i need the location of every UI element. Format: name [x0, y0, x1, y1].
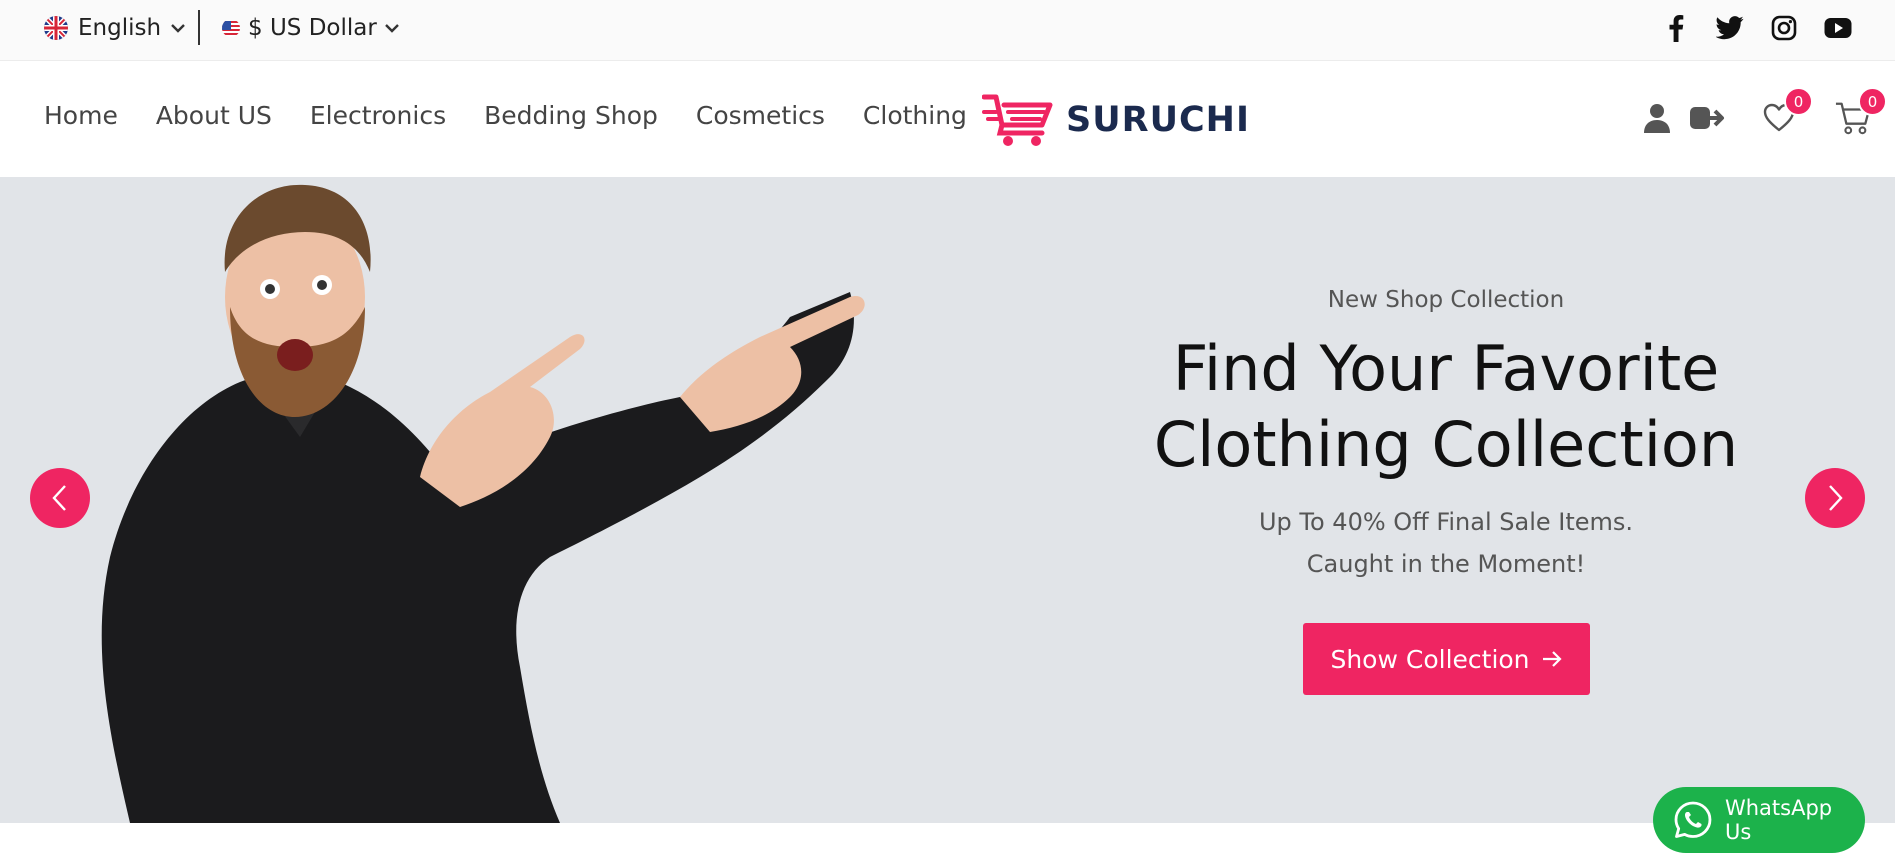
- youtube-icon[interactable]: [1823, 13, 1853, 43]
- login-icon[interactable]: [1689, 100, 1725, 136]
- whatsapp-label: WhatsApp Us: [1724, 796, 1833, 844]
- arrow-right-icon: [1542, 651, 1562, 667]
- main-header: Home About US Electronics Bedding Shop C…: [0, 61, 1895, 177]
- uk-flag-icon: [44, 16, 68, 40]
- hero-headline-line1: Find Your Favorite: [1172, 332, 1720, 405]
- user-icon[interactable]: [1639, 100, 1675, 136]
- us-flag-icon: [222, 19, 240, 37]
- nav-electronics[interactable]: Electronics: [310, 101, 446, 130]
- nav-home[interactable]: Home: [44, 101, 118, 130]
- slider-prev-button[interactable]: [30, 468, 90, 528]
- nav-about-us[interactable]: About US: [156, 101, 272, 130]
- hero-content: New Shop Collection Find Your Favorite C…: [1096, 287, 1796, 695]
- wishlist-button[interactable]: 0: [1761, 87, 1813, 136]
- nav-bedding-shop[interactable]: Bedding Shop: [484, 101, 658, 130]
- whatsapp-icon: [1674, 801, 1712, 838]
- facebook-icon[interactable]: [1661, 13, 1691, 43]
- chevron-down-icon: [171, 24, 185, 33]
- hero-subtext: Up To 40% Off Final Sale Items. Caught i…: [1096, 501, 1796, 585]
- top-bar: English $ US Dollar: [0, 0, 1895, 61]
- header-actions: 0 0: [1639, 87, 1887, 141]
- show-collection-button[interactable]: Show Collection: [1302, 623, 1590, 695]
- language-selector[interactable]: English: [44, 14, 185, 42]
- instagram-icon[interactable]: [1769, 13, 1799, 43]
- currency-selector[interactable]: $ US Dollar: [222, 14, 399, 42]
- whatsapp-button[interactable]: WhatsApp Us: [1653, 787, 1865, 853]
- logo-text: SURUCHI: [1066, 100, 1250, 140]
- main-nav: Home About US Electronics Bedding Shop C…: [44, 101, 967, 130]
- show-collection-label: Show Collection: [1330, 644, 1530, 674]
- site-logo[interactable]: SURUCHI: [982, 91, 1250, 149]
- hero-slider: New Shop Collection Find Your Favorite C…: [0, 177, 1895, 823]
- wishlist-count-badge: 0: [1784, 87, 1813, 116]
- chevron-right-icon: [1829, 485, 1843, 511]
- slider-next-button[interactable]: [1805, 468, 1865, 528]
- hero-headline-line2: Clothing Collection: [1153, 408, 1739, 481]
- hero-sub-line2: Caught in the Moment!: [1306, 550, 1586, 578]
- cart-logo-icon: [982, 94, 1053, 146]
- language-label: English: [78, 15, 162, 41]
- chevron-down-icon: [384, 24, 399, 33]
- hero-model-image: [101, 184, 865, 823]
- social-links: [1661, 12, 1853, 44]
- currency-label: $ US Dollar: [248, 15, 377, 41]
- cart-button[interactable]: 0: [1835, 87, 1887, 136]
- nav-cosmetics[interactable]: Cosmetics: [696, 101, 825, 130]
- nav-clothing[interactable]: Clothing: [863, 101, 967, 130]
- divider: [198, 10, 200, 45]
- hero-eyebrow: New Shop Collection: [1327, 287, 1565, 313]
- hero-sub-line1: Up To 40% Off Final Sale Items.: [1258, 508, 1634, 536]
- twitter-icon[interactable]: [1715, 13, 1745, 43]
- hero-headline: Find Your Favorite Clothing Collection: [1096, 331, 1796, 483]
- chevron-left-icon: [52, 485, 66, 511]
- cart-count-badge: 0: [1858, 87, 1887, 116]
